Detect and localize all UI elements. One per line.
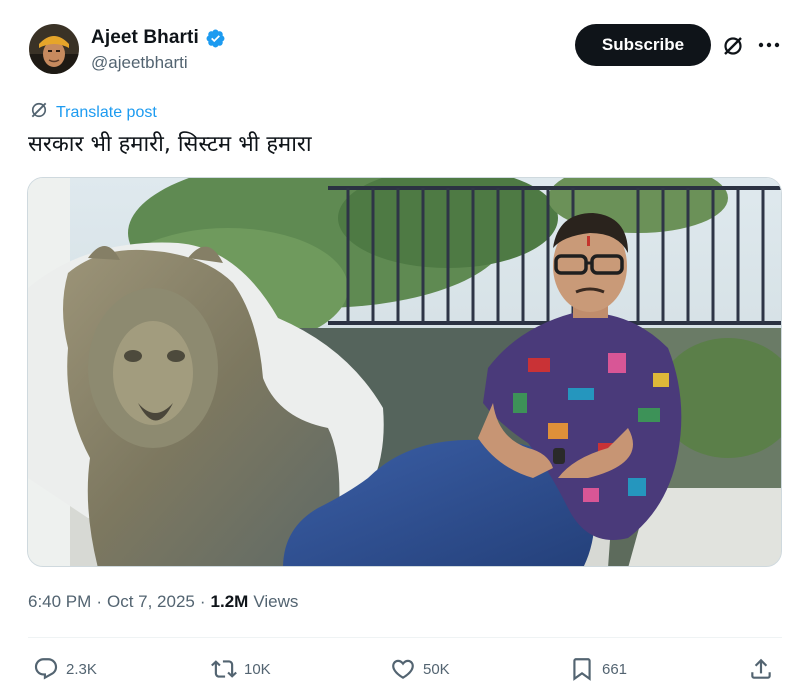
reply-icon	[34, 658, 58, 680]
repost-button[interactable]: 10K	[211, 656, 271, 682]
grok-icon[interactable]	[719, 32, 747, 60]
actions-divider	[28, 637, 782, 638]
bookmark-count: 661	[602, 660, 628, 678]
post-actions-bar: 2.3K 10K 50K 661	[0, 648, 810, 692]
translate-post-link[interactable]: Translate post	[29, 100, 157, 125]
views-label: Views	[253, 592, 299, 611]
meta-separator: ·	[96, 592, 102, 611]
post-header: Ajeet Bharti @ajeetbharti Subscribe	[0, 0, 810, 90]
author-handle[interactable]: @ajeetbharti	[91, 53, 188, 73]
reply-button[interactable]: 2.3K	[33, 656, 97, 682]
like-button[interactable]: 50K	[390, 656, 450, 682]
more-icon[interactable]	[755, 32, 783, 58]
translate-icon	[29, 100, 49, 125]
repost-icon	[211, 660, 237, 678]
post-date[interactable]: Oct 7, 2025	[107, 592, 195, 612]
bookmark-button[interactable]: 661	[569, 656, 627, 682]
post-image[interactable]	[27, 177, 782, 567]
share-button[interactable]	[748, 656, 774, 682]
verified-badge-icon[interactable]	[205, 28, 226, 49]
post-time[interactable]: 6:40 PM	[28, 592, 91, 612]
views-count: 1.2M	[210, 592, 249, 611]
like-count: 50K	[423, 660, 450, 678]
author-name-row: Ajeet Bharti	[91, 27, 226, 49]
author-avatar[interactable]	[29, 24, 79, 74]
share-icon	[751, 658, 771, 679]
subscribe-button[interactable]: Subscribe	[575, 24, 711, 66]
post-meta: 6:40 PM · Oct 7, 2025 · 1.2M Views	[28, 592, 298, 612]
meta-separator: ·	[199, 592, 206, 611]
post-text: सरकार भी हमारी, सिस्टम भी हमारा	[28, 132, 312, 157]
repost-count: 10K	[244, 660, 271, 678]
translate-post-label: Translate post	[56, 103, 157, 121]
bookmark-icon	[573, 658, 591, 681]
heart-icon	[392, 659, 414, 679]
author-display-name[interactable]: Ajeet Bharti	[91, 27, 199, 49]
reply-count: 2.3K	[66, 660, 97, 678]
